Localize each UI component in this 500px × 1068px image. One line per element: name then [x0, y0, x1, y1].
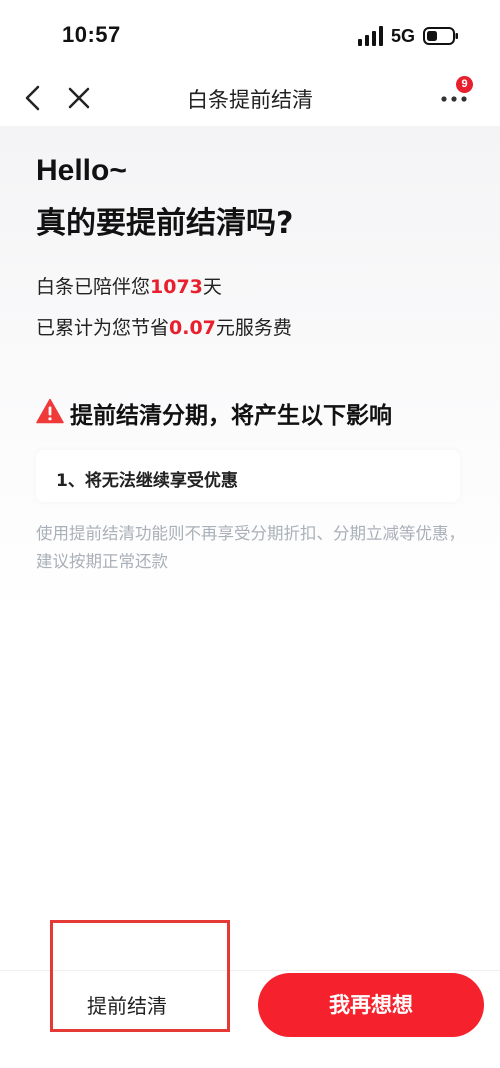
battery-icon — [423, 27, 458, 45]
companion-days: 1073 — [150, 276, 203, 298]
status-time: 10:57 — [62, 22, 121, 47]
greeting: Hello~ — [36, 154, 127, 187]
companion-suffix: 天 — [202, 276, 222, 298]
page-title: 白条提前结清 — [187, 88, 313, 112]
companion-days-line: 白条已陪伴您1073天 — [36, 272, 222, 299]
saving-line: 已累计为您节省0.07元服务费 — [36, 313, 292, 340]
saving-suffix: 元服务费 — [215, 317, 292, 339]
saving-amount: 0.07 — [169, 317, 216, 339]
impact-item: 1、将无法继续享受优惠 — [56, 471, 238, 491]
rethink-button[interactable]: 我再想想 — [258, 973, 484, 1037]
notification-badge: 9 — [456, 76, 473, 93]
saving-prefix: 已累计为您节省 — [36, 317, 170, 339]
warning-title: 提前结清分期，将产生以下影响 — [70, 403, 392, 429]
impact-description: 使用提前结清功能则不再享受分期折扣、分期立减等优惠，建议按期正常还款 — [36, 524, 465, 571]
companion-prefix: 白条已陪伴您 — [36, 276, 151, 298]
impact-card: 1、将无法继续享受优惠 — [36, 450, 460, 502]
status-bar: 10:57 5G — [0, 0, 500, 70]
signal-icon — [358, 26, 383, 46]
nav-bar: 白条提前结清 9 — [0, 70, 500, 126]
settle-early-label[interactable]: 提前结清 — [87, 990, 167, 1019]
confirm-question: 真的要提前结清吗? — [36, 206, 294, 241]
network-type: 5G — [391, 26, 416, 46]
warning-icon — [36, 398, 64, 424]
